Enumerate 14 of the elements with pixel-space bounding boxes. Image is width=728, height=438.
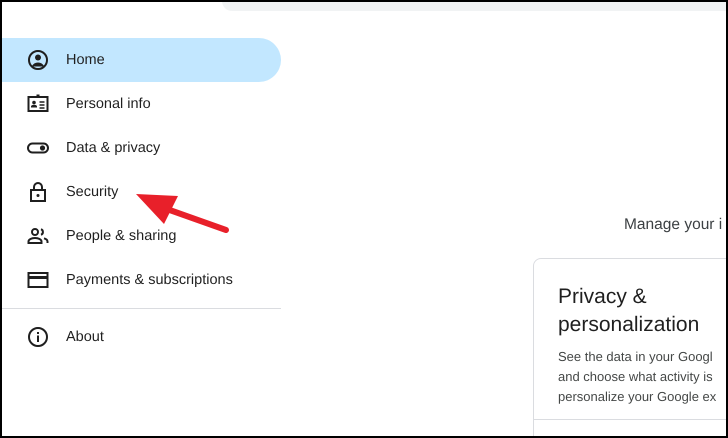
info-icon [26,325,50,349]
nav-item[interactable]: Security [2,170,281,214]
account-circle-icon [26,48,50,72]
nav-item[interactable]: Home [2,38,281,82]
card-title: Privacy & personalization [558,284,700,338]
card-description: and choose what activity is [558,368,714,386]
nav-item[interactable]: Personal info [2,82,281,126]
nav-item[interactable]: Data & privacy [2,126,281,170]
page-subtitle: Manage your i [624,216,724,234]
card-description: See the data in your Googl [558,348,714,366]
nav-item[interactable]: People & sharing [2,214,281,258]
nav-item[interactable]: Payments & subscriptions [2,258,281,302]
card-description: personalize your Google ex [558,388,718,406]
nav-item[interactable]: About [2,315,281,359]
